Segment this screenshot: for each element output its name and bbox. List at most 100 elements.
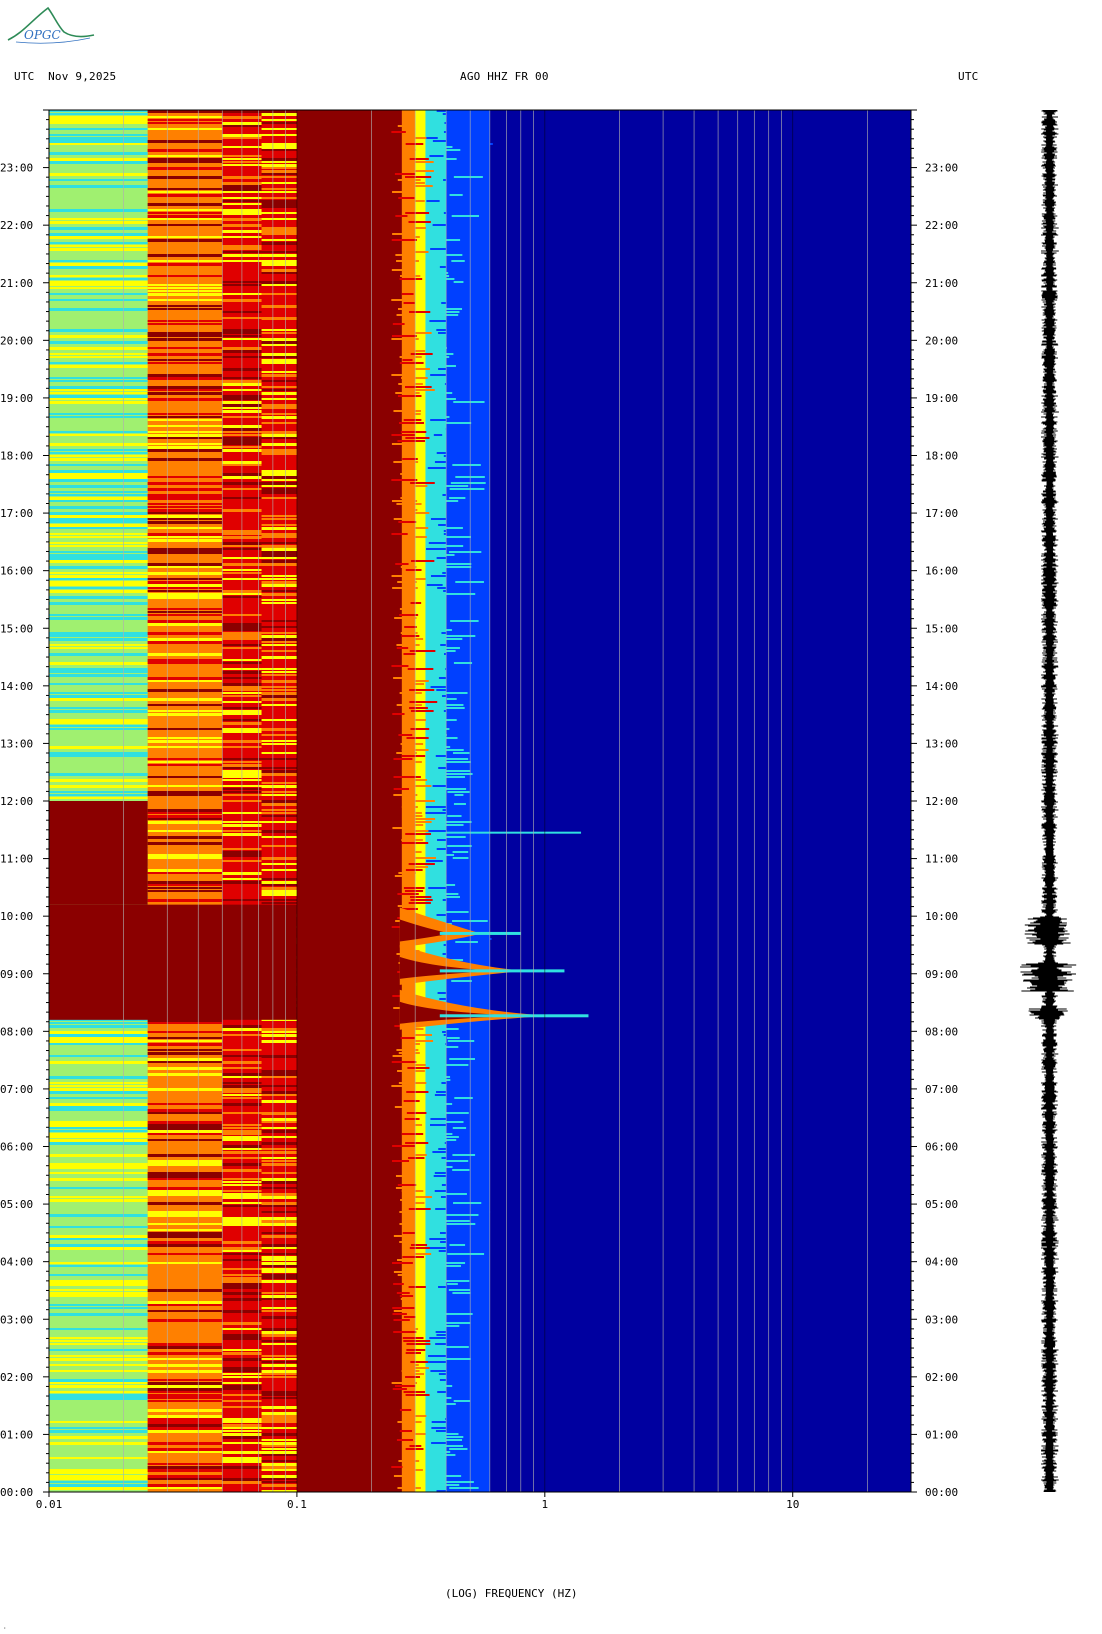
spectral-stripe [49, 1472, 148, 1474]
spectral-stripe [49, 497, 148, 500]
spectral-stripe [147, 1031, 223, 1033]
spectral-stripe [49, 449, 148, 451]
spectral-stripe [447, 1295, 478, 1297]
header-station: AGO HHZ FR 00 [460, 70, 549, 83]
spectral-stripe [49, 746, 148, 749]
spectral-stripe [395, 1187, 412, 1189]
spectral-stripe [147, 620, 223, 623]
spectral-stripe [147, 494, 223, 497]
frequency-tick-label: 0.01 [36, 1498, 63, 1511]
spectral-stripe [395, 254, 407, 256]
spectral-stripe [261, 1310, 297, 1312]
spectral-stripe [261, 602, 297, 604]
spectral-stripe [410, 332, 432, 334]
spectral-stripe [147, 431, 223, 433]
spectral-stripe [393, 1235, 407, 1237]
spectral-stripe [49, 1127, 148, 1129]
spectral-stripe [453, 1367, 479, 1369]
spectral-stripe [261, 317, 297, 320]
spectral-stripe [49, 1247, 148, 1250]
spectral-stripe [434, 1193, 467, 1195]
spectral-stripe [452, 1292, 471, 1294]
spectral-stripe [147, 1352, 223, 1355]
spectral-stripe [49, 185, 148, 188]
spectral-stripe [147, 1049, 223, 1051]
spectral-stripe [261, 1160, 297, 1162]
spectral-stripe [261, 1256, 297, 1259]
spectral-stripe [436, 848, 467, 850]
spectral-stripe [452, 1085, 477, 1087]
spectral-stripe [261, 641, 297, 643]
spectral-stripe [439, 1481, 474, 1483]
spectral-stripe [261, 1328, 297, 1331]
spectral-stripe [147, 578, 223, 580]
spectral-stripe [49, 398, 148, 400]
spectral-stripe [436, 1280, 470, 1282]
spectral-stripe [261, 1163, 297, 1166]
spectral-stripe [429, 1337, 455, 1339]
spectral-stripe [444, 653, 468, 655]
spectral-stripe [447, 845, 472, 847]
spectral-stripe [261, 1034, 297, 1037]
spectral-stripe [432, 728, 450, 730]
spectral-stripe [402, 578, 426, 580]
spectral-stripe [401, 149, 416, 151]
spectral-stripe [147, 239, 223, 242]
spectral-stripe [429, 155, 444, 157]
spectral-stripe [49, 1481, 148, 1483]
spectral-stripe [261, 251, 297, 253]
spectral-stripe [452, 335, 480, 337]
spectral-stripe [49, 1154, 148, 1157]
spectral-stripe [147, 1442, 223, 1445]
spectral-stripe [49, 1082, 148, 1084]
spectral-stripe [147, 1463, 223, 1465]
spectral-stripe [439, 761, 471, 763]
spectral-stripe [147, 1382, 223, 1385]
spectral-stripe [426, 629, 452, 631]
spectral-stripe [147, 899, 223, 902]
spectral-stripe [403, 1340, 431, 1342]
spectral-stripe [147, 1370, 223, 1373]
spectral-stripe [400, 275, 421, 277]
spectral-stripe [49, 1199, 148, 1202]
opgc-logo: OPGC [7, 6, 95, 44]
spectral-stripe [406, 1091, 429, 1093]
spectral-stripe [393, 1283, 404, 1285]
saturation-block [49, 801, 148, 905]
spectral-stripe [147, 119, 223, 121]
spectral-stripe [438, 1136, 459, 1138]
spectral-stripe [392, 191, 404, 193]
spectral-stripe [147, 1394, 223, 1397]
spectral-stripe [49, 119, 148, 122]
spectrogram-chart: 00:00 00:00 01:00 01:00 02:00 02:00 03:00 03:00… [0, 109, 958, 1511]
spectral-stripe [453, 662, 473, 664]
spectral-stripe [261, 281, 297, 284]
spectral-stripe [49, 1421, 148, 1423]
spectral-stripe [49, 590, 148, 593]
spectral-stripe [147, 572, 223, 575]
spectral-stripe [452, 1169, 470, 1171]
spectral-stripe [49, 1274, 148, 1276]
spectral-stripe [450, 206, 479, 208]
spectral-stripe [49, 134, 148, 136]
spectral-stripe [147, 785, 223, 787]
spectral-stripe [261, 830, 297, 833]
spectral-stripe [443, 455, 463, 457]
spectral-stripe [49, 1088, 148, 1091]
spectral-stripe [401, 1190, 424, 1192]
spectral-stripe [409, 1253, 432, 1255]
spectral-stripe [432, 140, 463, 142]
spectral-stripe [147, 458, 223, 461]
spectral-stripe [396, 503, 422, 505]
spectral-stripe [406, 512, 430, 514]
spectral-stripe [147, 347, 223, 349]
spectral-stripe [428, 1304, 443, 1306]
spectral-stripe [49, 413, 148, 415]
spectral-stripe [49, 1475, 148, 1478]
spectral-stripe [147, 1241, 223, 1244]
spectral-stripe [49, 536, 148, 538]
spectral-stripe [442, 638, 463, 640]
spectral-stripe [406, 851, 422, 853]
spectral-stripe [397, 1487, 421, 1489]
spectral-stripe [49, 1055, 148, 1057]
